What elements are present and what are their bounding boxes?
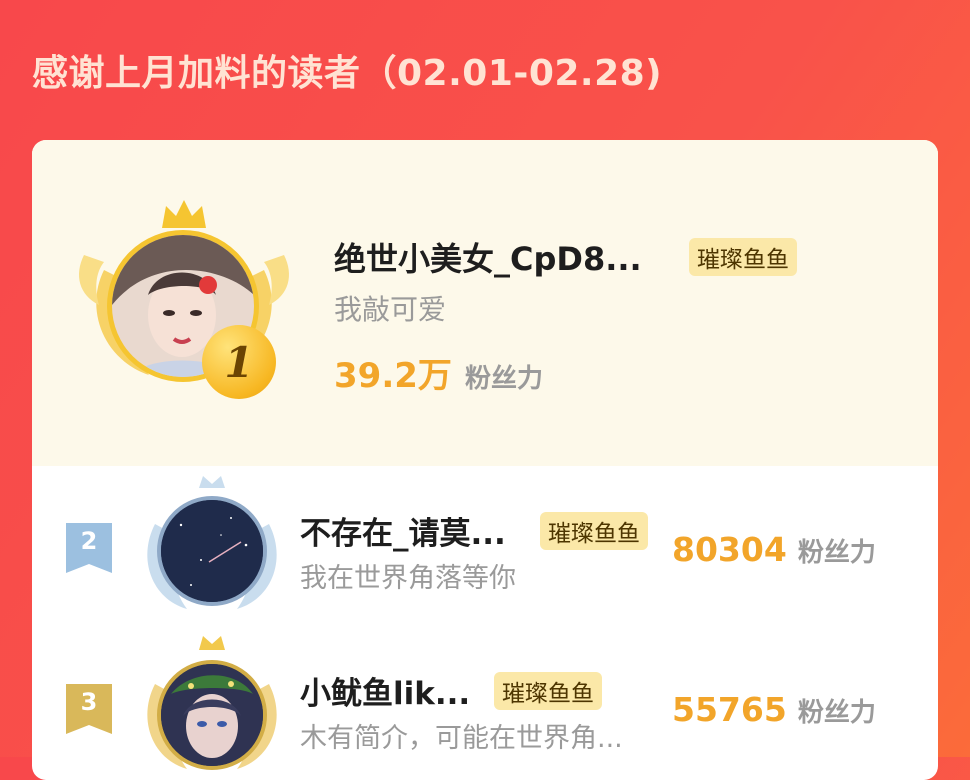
reader-name[interactable]: 不存在_请莫... [300,508,506,553]
avatar-image [161,664,263,766]
rank-3-flag: 3 [66,684,112,734]
page-title: 感谢上月加料的读者（02.01-02.28) [32,53,663,94]
fan-power-label: 粉丝力 [797,698,876,728]
reader-leaderboard: 1 绝世小美女_CpD8... 璀璨鱼鱼 我敲可爱 39.2万 粉丝力 2 不存… [32,140,938,780]
reader-name[interactable]: 小鱿鱼lik... [300,668,470,713]
fan-badge: 璀璨鱼鱼 [689,238,797,276]
fan-power-label: 粉丝力 [464,364,543,394]
rank-2-flag: 2 [66,523,112,573]
fan-power: 39.2万 粉丝力 [334,348,543,397]
list-item[interactable]: 2 不存在_请莫... 璀璨鱼鱼 我在世界角落等你 80304 粉丝力 [32,466,938,626]
fan-power: 55765 粉丝力 [672,690,876,729]
fan-badge: 璀璨鱼鱼 [540,512,648,550]
fan-power-label: 粉丝力 [797,538,876,568]
reader-bio: 木有简介，可能在世界角... [300,723,623,754]
rank-1-medal: 1 [202,325,276,399]
fan-power-value: 39.2万 [334,356,452,396]
fan-power: 80304 粉丝力 [672,530,876,569]
reader-bio: 我敲可爱 [334,293,447,326]
avatar[interactable] [157,496,267,606]
avatar[interactable] [157,660,267,770]
first-place-card[interactable]: 1 绝世小美女_CpD8... 璀璨鱼鱼 我敲可爱 39.2万 粉丝力 [32,140,938,466]
reader-bio: 我在世界角落等你 [300,563,516,594]
reader-name[interactable]: 绝世小美女_CpD8... [334,234,642,280]
fan-power-value: 55765 [672,690,787,729]
avatar-image [161,500,263,602]
fan-power-value: 80304 [672,530,787,569]
gold-crown-icon [162,200,206,228]
fan-badge: 璀璨鱼鱼 [494,672,602,710]
